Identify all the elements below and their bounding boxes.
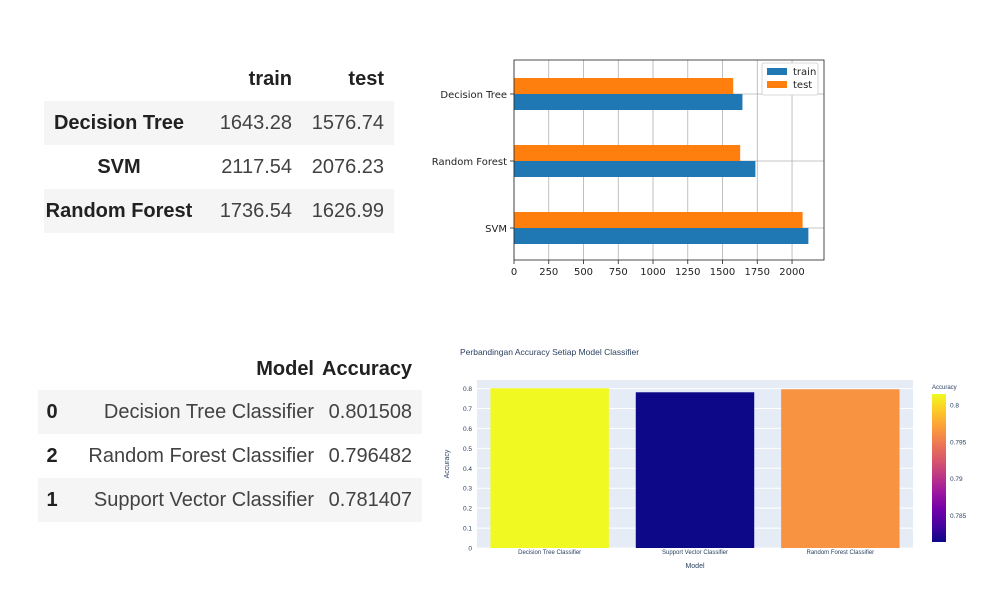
y-tick-label: 0.5 <box>463 446 472 453</box>
bar <box>490 388 609 548</box>
bar <box>781 389 900 548</box>
colorbar-tick-label: 0.785 <box>950 513 967 520</box>
y-tick-label: 0 <box>468 546 472 553</box>
accuracy-bar-chart: Perbandingan Accuracy Setiap Model Class… <box>444 347 967 570</box>
y-tick-label: 0.2 <box>463 506 472 513</box>
y-tick-label: 0.3 <box>463 486 472 493</box>
x-tick-label: Decision Tree Classifier <box>518 550 581 556</box>
colorbar-tick-label: 0.79 <box>950 476 963 483</box>
x-tick-label: Random Forest Classifier <box>806 550 874 556</box>
y-tick-label: 0.6 <box>463 426 472 433</box>
y-tick-label: 0.8 <box>463 386 472 393</box>
colorbar-tick-label: 0.8 <box>950 403 959 410</box>
x-tick-label: Support Vector Classifier <box>662 550 728 556</box>
colorbar-tick-label: 0.795 <box>950 439 967 446</box>
y-tick-label: 0.1 <box>463 526 472 533</box>
y-axis-label: Accuracy <box>444 449 451 478</box>
colorbar <box>932 394 946 542</box>
y-tick-label: 0.4 <box>463 466 472 473</box>
x-axis-label: Model <box>685 563 705 570</box>
colorbar-title: Accuracy <box>932 385 957 391</box>
bar <box>635 392 755 548</box>
y-tick-label: 0.7 <box>463 406 472 413</box>
chart-title: Perbandingan Accuracy Setiap Model Class… <box>460 347 639 357</box>
